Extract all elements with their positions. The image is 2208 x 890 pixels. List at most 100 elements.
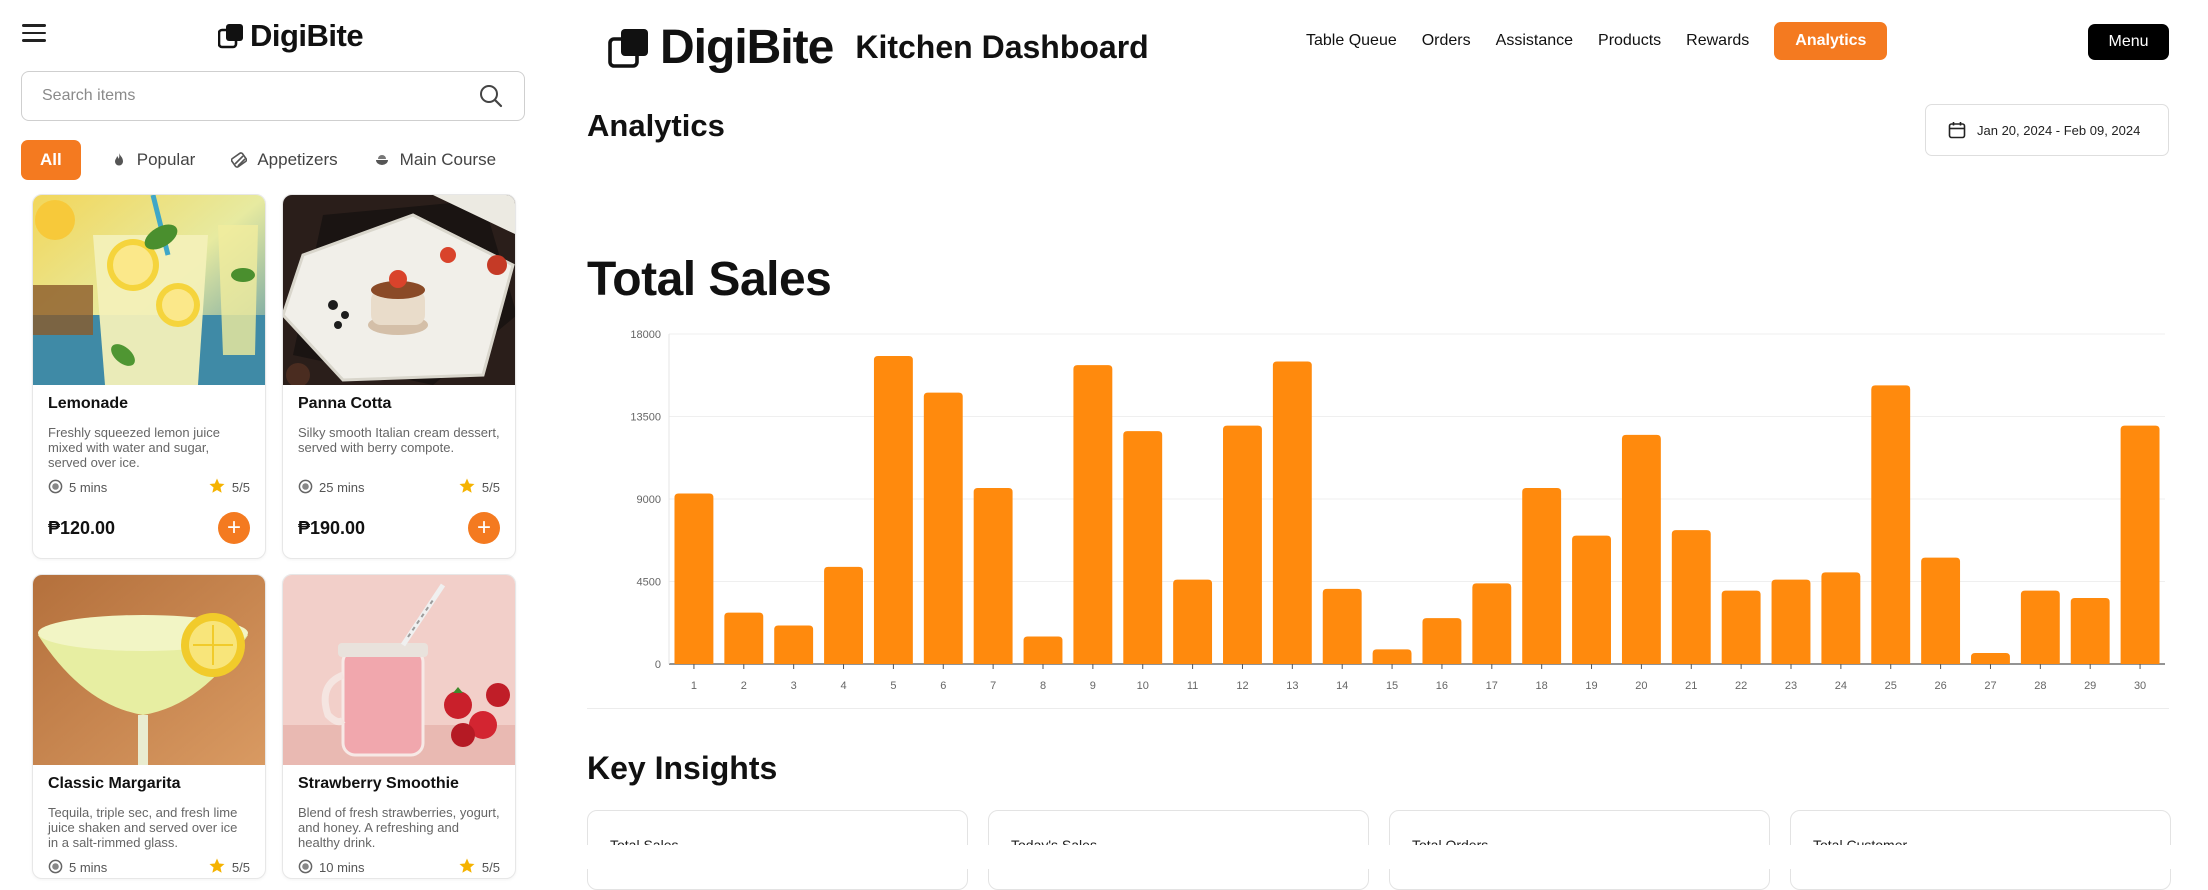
timer-icon <box>298 859 313 877</box>
category-tab-popular[interactable]: Popular <box>111 150 195 170</box>
x-tick-label: 11 <box>1187 680 1198 692</box>
x-tick-label: 10 <box>1137 680 1149 692</box>
bar <box>1572 535 1611 664</box>
prep-time: 10 mins <box>319 860 365 875</box>
bar <box>774 625 814 664</box>
x-tick-label: 5 <box>890 680 896 692</box>
appetizer-icon <box>231 152 248 168</box>
bar <box>1472 583 1512 664</box>
brand-name: DigiBite <box>660 21 834 74</box>
bar <box>1123 431 1163 664</box>
x-tick-label: 23 <box>1785 680 1797 692</box>
bar <box>973 488 1013 664</box>
search-bar[interactable] <box>21 71 525 121</box>
nav-table-queue[interactable]: Table Queue <box>1306 22 1397 60</box>
prep-time: 5 mins <box>69 480 108 495</box>
rating: 5/5 <box>231 480 250 495</box>
bar <box>1023 636 1063 664</box>
x-tick-label: 17 <box>1486 680 1498 692</box>
top-nav: Table Queue Orders Assistance Products R… <box>1306 22 1888 60</box>
viewport-clip <box>560 845 2208 869</box>
bar <box>873 356 913 664</box>
digibite-logo-icon <box>217 23 244 49</box>
digibite-logo-icon <box>608 27 650 69</box>
bar <box>824 566 863 664</box>
category-tab-all[interactable]: All <box>21 140 81 180</box>
product-price: ₱120.00 <box>48 517 116 538</box>
bar <box>1921 557 1961 664</box>
bar <box>2070 598 2110 664</box>
total-sales-chart: 0 4500 9000 13500 18000 1 2 3 4 5 6 7 8 9 10 11 12 13 14 15… <box>587 320 2169 710</box>
x-tick-label: 3 <box>791 680 797 692</box>
y-tick-label: 4500 <box>637 577 661 589</box>
x-tick-label: 25 <box>1885 680 1897 692</box>
nav-products[interactable]: Products <box>1598 22 1661 60</box>
x-tick-label: 22 <box>1735 680 1747 692</box>
y-tick-label: 18000 <box>630 329 661 341</box>
x-tick-label: 18 <box>1536 680 1548 692</box>
product-card[interactable]: Panna Cotta Silky smooth Italian cream d… <box>282 194 516 559</box>
product-description: Freshly squeezed lemon juice mixed with … <box>48 425 220 470</box>
bar <box>1671 530 1711 664</box>
menu-button[interactable]: Menu <box>2088 24 2169 60</box>
hamburger-menu-icon[interactable] <box>22 24 46 44</box>
bar <box>1322 588 1362 664</box>
x-tick-label: 4 <box>840 680 846 692</box>
category-label: Appetizers <box>257 150 338 169</box>
x-tick-label: 21 <box>1685 680 1697 692</box>
date-range-picker[interactable]: Jan 20, 2024 - Feb 09, 2024 <box>1925 104 2169 156</box>
timer-icon <box>48 479 63 497</box>
bar <box>724 612 764 664</box>
product-card[interactable]: Classic Margarita Tequila, triple sec, a… <box>32 574 266 879</box>
strawberry-smoothie-photo <box>283 575 515 765</box>
x-tick-label: 14 <box>1336 680 1348 692</box>
product-sidebar: DigiBite All Popular Appetizers Main Cou… <box>0 0 545 879</box>
x-tick-label: 24 <box>1835 680 1847 692</box>
y-tick-label: 9000 <box>637 494 661 506</box>
x-tick-label: 9 <box>1090 680 1096 692</box>
product-name: Panna Cotta <box>298 395 392 412</box>
product-card[interactable]: Lemonade Freshly squeezed lemon juice mi… <box>32 194 266 559</box>
sidebar-logo-text: DigiBite <box>250 18 364 53</box>
nav-orders[interactable]: Orders <box>1422 22 1471 60</box>
add-to-order-button[interactable]: + <box>468 512 500 544</box>
nav-rewards[interactable]: Rewards <box>1686 22 1749 60</box>
star-icon <box>458 477 476 498</box>
search-icon[interactable] <box>478 83 504 109</box>
x-tick-label: 19 <box>1585 680 1597 692</box>
bar <box>1422 618 1462 664</box>
nav-analytics[interactable]: Analytics <box>1774 22 1888 60</box>
search-input[interactable] <box>42 87 478 105</box>
panna-cotta-photo <box>283 195 515 385</box>
category-tabs: All Popular Appetizers Main Course <box>21 139 531 181</box>
x-tick-label: 2 <box>741 680 747 692</box>
total-sales-chart-svg: 04500900013500180001 2 3 4 5 6 7 8 9 10 11 12 13 14 15… <box>630 329 2165 692</box>
rating: 5/5 <box>481 480 500 495</box>
x-tick-label: 20 <box>1635 680 1647 692</box>
page-title: Analytics <box>587 108 725 143</box>
chart-title: Total Sales <box>587 253 832 306</box>
x-tick-label: 27 <box>1984 680 1996 692</box>
x-tick-label: 28 <box>2034 680 2046 692</box>
bar <box>1771 579 1811 664</box>
x-tick-label: 30 <box>2134 680 2146 692</box>
timer-icon <box>298 479 313 497</box>
timer-icon <box>48 859 63 877</box>
dashboard-title: Kitchen Dashboard <box>855 29 1149 65</box>
category-tab-main-course[interactable]: Main Course <box>374 150 496 170</box>
product-card[interactable]: Strawberry Smoothie Blend of fresh straw… <box>282 574 516 879</box>
product-name: Strawberry Smoothie <box>298 775 459 792</box>
star-icon <box>208 477 226 498</box>
sidebar-logo: DigiBite <box>217 18 364 54</box>
nav-assistance[interactable]: Assistance <box>1496 22 1573 60</box>
product-description: Blend of fresh strawberries, yogurt, and… <box>298 805 500 850</box>
y-tick-label: 0 <box>655 659 661 671</box>
star-icon <box>208 857 226 878</box>
add-to-order-button[interactable]: + <box>218 512 250 544</box>
bowl-icon <box>374 152 390 168</box>
fire-icon <box>111 152 127 168</box>
bar <box>674 493 714 664</box>
category-tab-appetizers[interactable]: Appetizers <box>231 150 338 170</box>
x-tick-label: 13 <box>1286 680 1298 692</box>
x-tick-label: 26 <box>1934 680 1946 692</box>
